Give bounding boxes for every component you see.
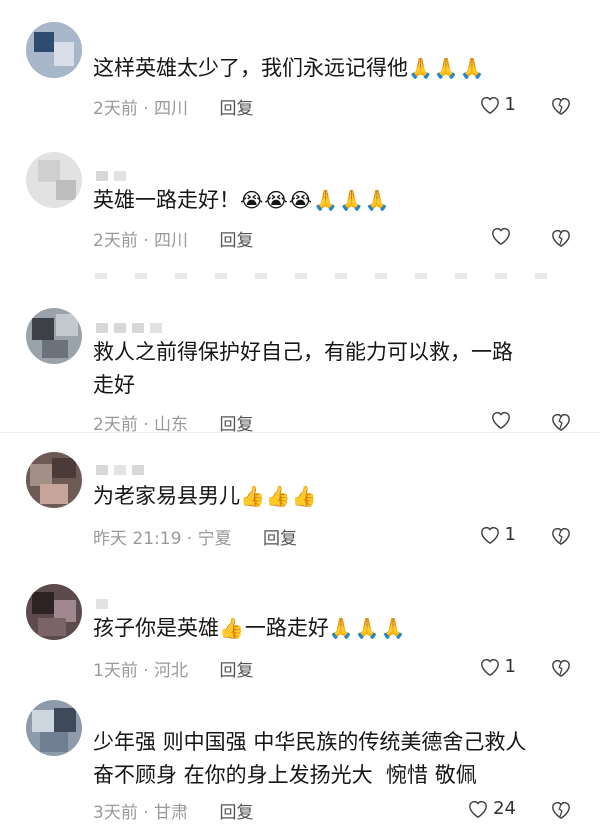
reply-button[interactable]: 回复 (219, 661, 253, 681)
dislike-button[interactable] (550, 96, 572, 116)
dislike-button[interactable] (550, 412, 572, 432)
heart-icon (480, 526, 499, 544)
like-button[interactable] (490, 410, 516, 430)
comment-meta: 1天前 · 河北 回复 (93, 661, 254, 681)
comment-location: 河北 (154, 661, 189, 681)
comment-time: 3天前 (93, 803, 138, 823)
broken-heart-icon (552, 230, 570, 248)
dislike-button[interactable] (550, 228, 572, 248)
avatar[interactable] (26, 152, 82, 208)
comment-location: 宁夏 (197, 529, 232, 549)
comment-meta: 3天前 · 甘肃 回复 (93, 803, 254, 823)
reply-button[interactable]: 回复 (219, 231, 253, 251)
broken-heart-icon (552, 660, 570, 678)
comment-text: 为老家易县男儿👍👍👍 (93, 484, 318, 508)
comment-time: 昨天 21:19 (93, 529, 182, 549)
username-mosaic (96, 460, 150, 475)
heart-icon (480, 96, 499, 114)
like-button[interactable]: 24 (467, 798, 516, 819)
comment-time: 2天前 (93, 99, 138, 119)
username-mosaic (96, 594, 114, 609)
broken-heart-icon (552, 528, 570, 546)
heart-icon (469, 800, 488, 818)
comment-text: 救人之前得保护好自己，有能力可以救，一路 走好 (93, 340, 513, 397)
like-button[interactable]: 1 (479, 524, 516, 545)
like-button[interactable] (490, 226, 516, 246)
like-button[interactable]: 1 (479, 656, 516, 677)
avatar[interactable] (26, 584, 82, 640)
like-count: 1 (504, 94, 516, 115)
heart-icon (480, 658, 499, 676)
comment-meta: 昨天 21:19 · 宁夏 回复 (93, 529, 298, 549)
avatar[interactable] (26, 22, 82, 78)
reply-button[interactable]: 回复 (219, 99, 253, 119)
avatar[interactable] (26, 308, 82, 364)
like-count: 1 (504, 656, 516, 677)
comment-time: 1天前 (93, 661, 138, 681)
mosaic-strip (95, 264, 575, 279)
like-count: 1 (504, 524, 516, 545)
like-count: 24 (493, 798, 516, 819)
broken-heart-icon (552, 802, 570, 820)
comment-text: 少年强 则中国强 中华民族的传统美德舍己救人 奋不顾身 在你的身上发扬光大 惋惜… (93, 730, 527, 787)
reply-button[interactable]: 回复 (263, 529, 297, 549)
broken-heart-icon (552, 98, 570, 116)
like-button[interactable]: 1 (479, 94, 516, 115)
comment-location: 四川 (154, 231, 189, 251)
comment-text: 孩子你是英雄👍一路走好🙏🙏🙏 (93, 616, 407, 640)
heart-icon (492, 228, 510, 246)
comment-time: 2天前 (93, 231, 138, 251)
dislike-button[interactable] (550, 526, 572, 546)
comment-text: 这样英雄太少了，我们永远记得他🙏🙏🙏 (93, 56, 486, 80)
heart-icon (492, 412, 510, 430)
comment-meta: 2天前 · 四川 回复 (93, 231, 254, 251)
comment-text: 英雄一路走好！😭😭😭🙏🙏🙏 (93, 188, 391, 212)
comment-location: 甘肃 (154, 803, 189, 823)
reply-button[interactable]: 回复 (219, 803, 253, 823)
divider (0, 432, 600, 433)
comment-meta: 2天前 · 四川 回复 (93, 99, 254, 119)
comment-location: 四川 (154, 99, 189, 119)
avatar[interactable] (26, 700, 82, 756)
username-mosaic (96, 318, 168, 333)
broken-heart-icon (552, 414, 570, 432)
avatar[interactable] (26, 452, 82, 508)
username-mosaic (96, 166, 132, 181)
dislike-button[interactable] (550, 800, 572, 820)
dislike-button[interactable] (550, 658, 572, 678)
